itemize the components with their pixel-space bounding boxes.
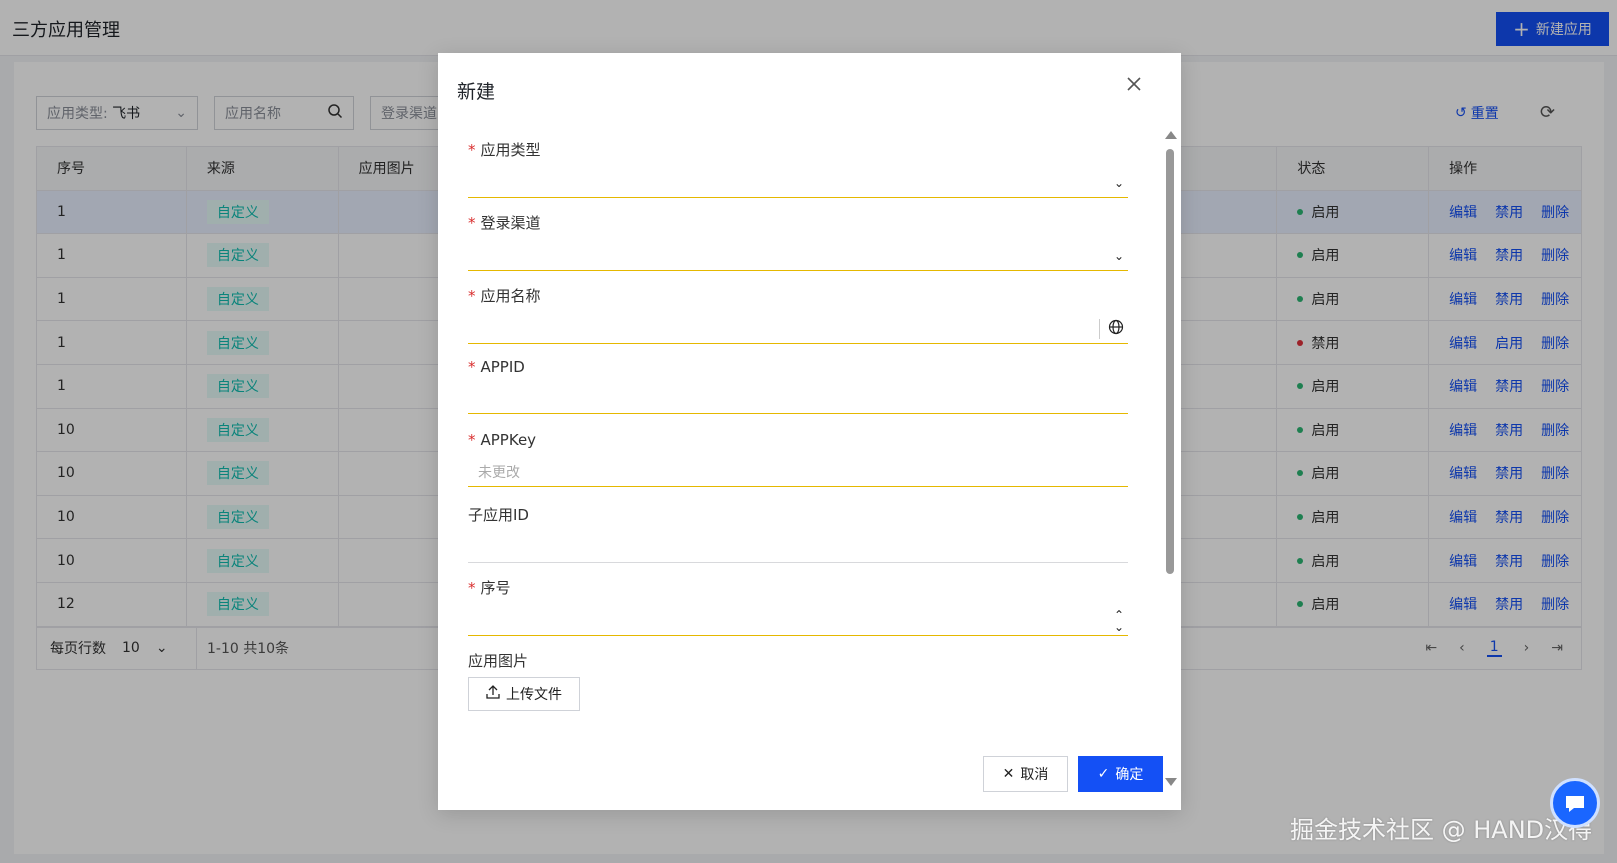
- globe-icon[interactable]: [1108, 319, 1124, 339]
- required-mark: *: [468, 431, 476, 449]
- chevron-up-icon[interactable]: ⌃: [1114, 609, 1124, 621]
- field-appid: * APPID: [468, 358, 1128, 414]
- required-mark: *: [468, 287, 476, 305]
- app-type-select[interactable]: ⌄: [468, 168, 1128, 198]
- confirm-button[interactable]: ✓ 确定: [1078, 756, 1163, 792]
- upload-file-button[interactable]: 上传文件: [468, 677, 580, 711]
- required-mark: *: [468, 141, 476, 159]
- chevron-down-icon: ⌄: [1113, 248, 1124, 263]
- close-icon: ✕: [1002, 766, 1015, 782]
- app-type-label: 应用类型: [480, 141, 541, 159]
- field-app-type: * 应用类型 ⌄: [468, 139, 1128, 198]
- seq-no-label: 序号: [480, 579, 511, 597]
- chat-help-icon[interactable]: [1550, 778, 1600, 828]
- scrollbar-thumb[interactable]: [1166, 149, 1174, 574]
- cancel-label: 取消: [1020, 767, 1049, 783]
- login-channel-label: 登录渠道: [480, 214, 541, 232]
- confirm-label: 确定: [1115, 767, 1144, 783]
- modal-title: 新建: [457, 81, 496, 103]
- app-image-label: 应用图片: [468, 652, 529, 670]
- app-name-input[interactable]: [468, 314, 1128, 344]
- field-seq-no: * 序号 ⌃ ⌄: [468, 577, 1128, 636]
- watermark: 掘金技术社区 @ HAND汉得: [1290, 816, 1593, 844]
- scroll-down-arrow[interactable]: [1165, 778, 1177, 786]
- appid-input[interactable]: [468, 384, 1128, 414]
- required-mark: *: [468, 579, 476, 597]
- appid-label: APPID: [480, 358, 525, 376]
- required-mark: *: [468, 358, 476, 376]
- appkey-label: APPKey: [480, 431, 537, 449]
- close-icon[interactable]: [1126, 75, 1142, 97]
- field-login-channel: * 登录渠道 ⌄: [468, 212, 1128, 271]
- sub-app-id-label: 子应用ID: [468, 506, 529, 524]
- upload-icon: [486, 685, 500, 703]
- app-name-label: 应用名称: [480, 287, 541, 305]
- login-channel-select[interactable]: ⌄: [468, 241, 1128, 271]
- required-mark: *: [468, 214, 476, 232]
- sub-app-id-input[interactable]: [468, 533, 1128, 563]
- field-app-name: * 应用名称: [468, 285, 1128, 344]
- modal-body: * 应用类型 ⌄ * 登录渠道 ⌄ * 应用名称 * APPID * APPKe…: [468, 139, 1128, 774]
- field-appkey: * APPKey 未更改: [468, 431, 1128, 487]
- check-icon: ✓: [1097, 766, 1110, 782]
- modal-footer: ✕ 取消 ✓ 确定: [983, 756, 1163, 792]
- number-stepper[interactable]: ⌃ ⌄: [1114, 609, 1124, 633]
- new-app-modal: 新建 * 应用类型 ⌄ * 登录渠道 ⌄ * 应用名称 * APPID * AP…: [438, 53, 1181, 810]
- appkey-input[interactable]: 未更改: [468, 457, 1128, 487]
- appkey-placeholder: 未更改: [478, 464, 520, 481]
- seq-no-input[interactable]: ⌃ ⌄: [468, 606, 1128, 636]
- chevron-down-icon[interactable]: ⌄: [1114, 621, 1124, 633]
- field-app-image: 应用图片 上传文件: [468, 650, 1128, 711]
- scroll-up-arrow[interactable]: [1165, 131, 1177, 139]
- chevron-down-icon: ⌄: [1113, 175, 1124, 190]
- upload-label: 上传文件: [506, 687, 562, 703]
- cancel-button[interactable]: ✕ 取消: [983, 756, 1068, 792]
- field-sub-app-id: 子应用ID: [468, 504, 1128, 563]
- modal-scrollbar[interactable]: [1164, 131, 1177, 786]
